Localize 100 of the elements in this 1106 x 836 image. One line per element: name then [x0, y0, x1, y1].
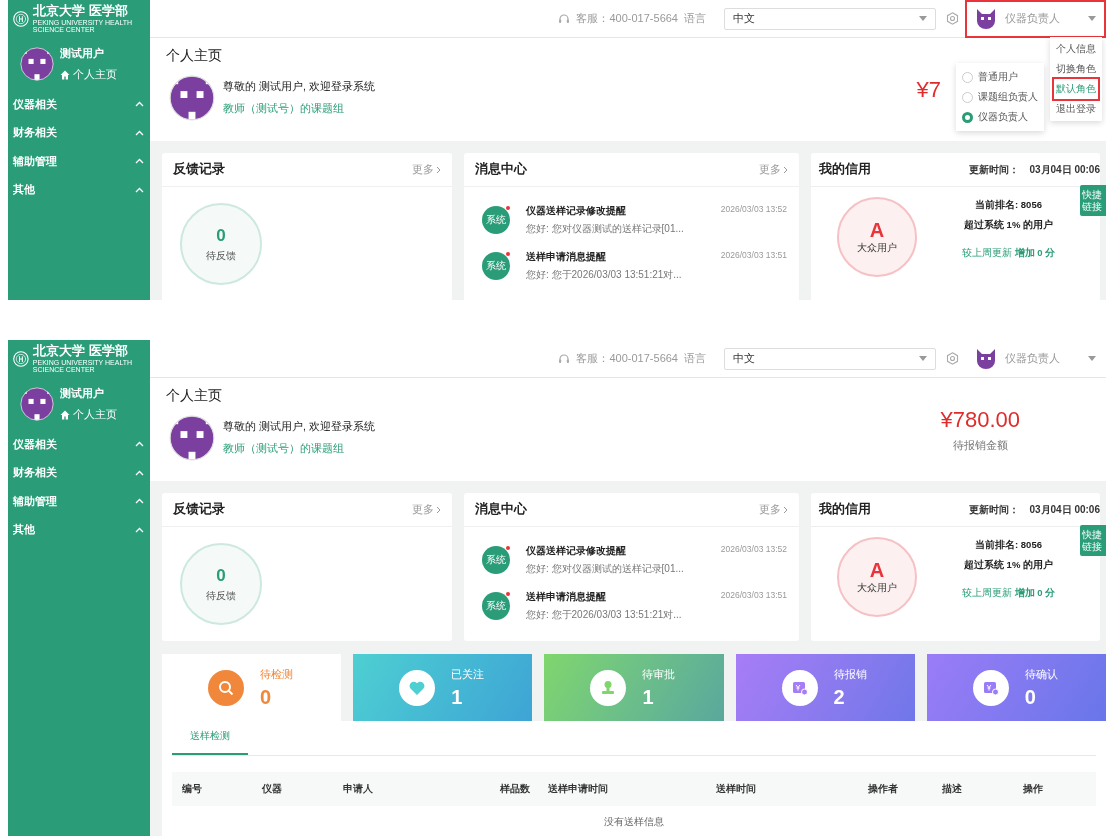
- home-link[interactable]: 个人主页: [60, 407, 117, 422]
- service-phone: 客服：400-017-5664: [576, 351, 678, 366]
- menu-group[interactable]: 辅助管理: [8, 147, 150, 176]
- card-title: 我的信用: [819, 161, 871, 178]
- card-title: 反馈记录: [173, 161, 225, 178]
- message-title: 送样申请消息提醒: [526, 250, 606, 264]
- menu-group[interactable]: 其他: [8, 175, 150, 204]
- language-select[interactable]: 中文: [724, 7, 936, 30]
- language-select[interactable]: 中文: [724, 347, 936, 370]
- menu-group[interactable]: 仪器相关: [8, 90, 150, 119]
- settings-icon[interactable]: [946, 12, 959, 25]
- column-header: 样品数: [500, 782, 531, 796]
- stat-value: 0: [260, 685, 273, 709]
- avatar-icon: [975, 348, 997, 369]
- tab[interactable]: 送样检测: [172, 729, 248, 755]
- settings-icon[interactable]: [946, 352, 959, 365]
- emblem-icon: [13, 348, 29, 370]
- exceed-text: 超过系统 1% 的用户: [964, 219, 1053, 232]
- welcome-text: 尊敬的 测试用户, 欢迎登录系统: [223, 420, 375, 434]
- stat-label: 已关注: [451, 666, 485, 682]
- stamp-icon: [600, 679, 617, 696]
- invoice-icon: [982, 679, 999, 696]
- rank-text: 当前排名: 8056: [975, 199, 1042, 212]
- column-header: 编号: [182, 782, 203, 796]
- stat-tile[interactable]: 待报销 2: [735, 654, 915, 721]
- quick-link-button[interactable]: 快捷链接: [1080, 185, 1106, 216]
- more-link[interactable]: 更多: [412, 162, 441, 177]
- menu-group[interactable]: 辅助管理: [8, 487, 150, 516]
- column-header: 操作者: [868, 782, 899, 796]
- user-name: 测试用户: [60, 386, 105, 401]
- message-preview: 您好: 您对仪器测试的送样记录[01...: [526, 562, 685, 576]
- chevron-icon: [135, 101, 144, 108]
- stat-value: 1: [451, 685, 464, 709]
- message-item[interactable]: 系统 仪器送样记录修改提醒 2026/03/03 13:52 您好: 您对仪器测试的送样记录[01...: [464, 537, 799, 583]
- caret-icon: [919, 16, 927, 21]
- stat-label: 待审批: [642, 666, 676, 682]
- chevron-icon: [135, 158, 144, 165]
- rank-text: 当前排名: 8056: [975, 539, 1042, 552]
- message-item[interactable]: 系统 送样申请消息提醒 2026/03/03 13:51 您好: 您于2026/03/03 13:51:21对...: [464, 243, 799, 289]
- system-badge: 系统: [482, 592, 510, 620]
- amount-value: ¥780.00: [940, 406, 1020, 433]
- menu-group[interactable]: 仪器相关: [8, 430, 150, 459]
- amount-value: ¥7: [916, 76, 941, 103]
- message-item[interactable]: 系统 送样申请消息提醒 2026/03/03 13:51 您好: 您于2026/03/03 13:51:21对...: [464, 583, 799, 629]
- headset-icon: [558, 12, 571, 25]
- menu-group[interactable]: 财务相关: [8, 458, 150, 487]
- stat-tile[interactable]: 待审批 1: [544, 654, 724, 721]
- menu-item[interactable]: 默认角色: [1054, 79, 1098, 99]
- home-link[interactable]: 个人主页: [60, 67, 117, 82]
- more-link[interactable]: 更多: [759, 502, 788, 517]
- card-title: 消息中心: [475, 161, 527, 178]
- avatar-icon: [169, 415, 215, 461]
- stat-value: 2: [833, 685, 846, 709]
- headset-icon: [558, 352, 571, 365]
- feedback-label: 待反馈: [206, 588, 236, 603]
- group-link[interactable]: 教师（测试号）的课题组: [223, 102, 344, 116]
- chevron-icon: [135, 526, 144, 533]
- page-title: 个人主页: [166, 387, 223, 405]
- logo-title: 北京大学 医学部: [32, 344, 130, 359]
- chevron-icon: [436, 505, 441, 514]
- group-link[interactable]: 教师（测试号）的课题组: [223, 442, 344, 456]
- system-badge: 系统: [482, 252, 510, 280]
- user-menu-trigger[interactable]: 仪器负责人: [967, 1, 1104, 36]
- feedback-count: 0: [216, 565, 226, 586]
- exceed-text: 超过系统 1% 的用户: [964, 559, 1053, 572]
- update-label: 更新时间：: [969, 502, 1020, 517]
- grade-letter: A: [869, 559, 885, 582]
- chevron-icon: [436, 165, 441, 174]
- column-header: 送样申请时间: [548, 782, 609, 796]
- update-time: 03月04日 00:06: [1029, 162, 1100, 177]
- menu-group[interactable]: 其他: [8, 515, 150, 544]
- emblem-icon: [13, 8, 29, 30]
- stat-tile[interactable]: 待确认 0: [926, 654, 1106, 721]
- role-option[interactable]: 普通用户: [962, 67, 1038, 87]
- grade-label: 大众用户: [857, 242, 897, 255]
- message-title: 仪器送样记录修改提醒: [526, 544, 626, 558]
- stat-tile[interactable]: 待检测 0: [162, 654, 342, 721]
- menu-group[interactable]: 财务相关: [8, 118, 150, 147]
- menu-item[interactable]: 切换角色: [1054, 59, 1098, 79]
- user-menu-trigger[interactable]: 仪器负责人: [967, 341, 1104, 376]
- system-badge: 系统: [482, 206, 510, 234]
- page-title: 个人主页: [166, 47, 223, 65]
- menu-item[interactable]: 个人信息: [1054, 39, 1098, 59]
- more-link[interactable]: 更多: [759, 162, 788, 177]
- quick-link-button[interactable]: 快捷链接: [1080, 525, 1106, 556]
- caret-icon: [1088, 356, 1096, 361]
- menu-item[interactable]: 退出登录: [1054, 99, 1098, 119]
- weekly-change: 较上周更新 增加 0 分: [961, 247, 1056, 260]
- more-link[interactable]: 更多: [412, 502, 441, 517]
- message-item[interactable]: 系统 仪器送样记录修改提醒 2026/03/03 13:52 您好: 您对仪器测试的送样记录[01...: [464, 197, 799, 243]
- update-time: 03月04日 00:06: [1029, 502, 1100, 517]
- grade-label: 大众用户: [857, 582, 897, 595]
- radio-button[interactable]: [962, 111, 973, 123]
- role-option[interactable]: 仪器负责人: [962, 107, 1038, 127]
- stat-value: 1: [642, 685, 655, 709]
- message-time: 2026/03/03 13:52: [720, 204, 787, 216]
- empty-message: 没有送样信息: [603, 815, 665, 829]
- role-option[interactable]: 课题组负责人: [962, 87, 1038, 107]
- stat-tile[interactable]: 已关注 1: [353, 654, 533, 721]
- card-title: 我的信用: [819, 501, 871, 518]
